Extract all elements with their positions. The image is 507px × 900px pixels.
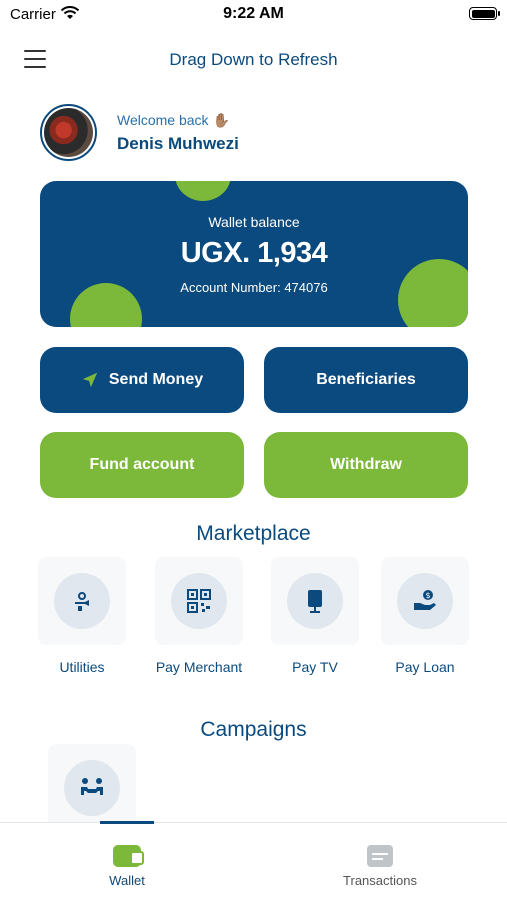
- svg-text:$: $: [425, 591, 430, 600]
- utilities-icon: [75, 592, 89, 611]
- battery-icon: [469, 7, 500, 20]
- decorative-blob: [175, 181, 231, 201]
- tab-transactions-label: Transactions: [343, 873, 417, 888]
- beneficiaries-label: Beneficiaries: [316, 371, 416, 388]
- avatar[interactable]: [40, 104, 97, 161]
- fund-account-label: Fund account: [89, 456, 195, 473]
- wallet-balance-amount: UGX. 1,934: [180, 237, 328, 269]
- header-title: Drag Down to Refresh: [169, 50, 338, 69]
- tv-icon: [308, 590, 322, 613]
- tab-transactions[interactable]: Transactions: [300, 823, 460, 888]
- tab-wallet-label: Wallet: [109, 873, 145, 888]
- fund-account-button[interactable]: Fund account: [40, 432, 244, 498]
- bottom-navigation: Wallet Transactions: [0, 821, 507, 900]
- marketplace-item-label: Pay Merchant: [155, 659, 243, 675]
- clock: 9:22 AM: [223, 5, 284, 22]
- meeting-icon: [81, 778, 103, 795]
- send-money-label: Send Money: [108, 371, 204, 388]
- withdraw-button[interactable]: Withdraw: [264, 432, 468, 498]
- campaigns-title: Campaigns: [200, 718, 307, 741]
- loan-hand-icon: $: [414, 590, 436, 610]
- marketplace-item-label: Pay Loan: [395, 659, 455, 675]
- marketplace-item-label: Pay TV: [292, 659, 338, 675]
- marketplace-title: Marketplace: [196, 522, 311, 545]
- send-money-button[interactable]: Send Money: [40, 347, 244, 413]
- qr-code-icon: [187, 589, 211, 613]
- marketplace-item-pay-tv[interactable]: Pay TV: [260, 557, 370, 675]
- wallet-icon: [113, 845, 144, 867]
- marketplace-item-utilities[interactable]: Utilities: [27, 557, 137, 675]
- marketplace-item-pay-merchant[interactable]: Pay Merchant: [144, 557, 254, 675]
- marketplace-item-label: Utilities: [59, 659, 105, 675]
- account-number: Account Number: 474076: [180, 280, 328, 295]
- wallet-balance-card: Wallet balance UGX. 1,934 Account Number…: [40, 181, 468, 327]
- campaign-item[interactable]: [37, 744, 147, 832]
- send-icon: [82, 372, 98, 388]
- status-bar: Carrier 9:22 AM: [0, 0, 507, 28]
- welcome-text: Welcome back ✋🏽: [117, 112, 230, 128]
- beneficiaries-button[interactable]: Beneficiaries: [264, 347, 468, 413]
- user-name: Denis Muhwezi: [117, 134, 239, 153]
- marketplace-item-pay-loan[interactable]: $ Pay Loan: [370, 557, 480, 675]
- transactions-icon: [367, 845, 393, 867]
- wallet-balance-label: Wallet balance: [208, 214, 300, 230]
- withdraw-label: Withdraw: [330, 456, 402, 473]
- tab-wallet[interactable]: Wallet: [47, 823, 207, 888]
